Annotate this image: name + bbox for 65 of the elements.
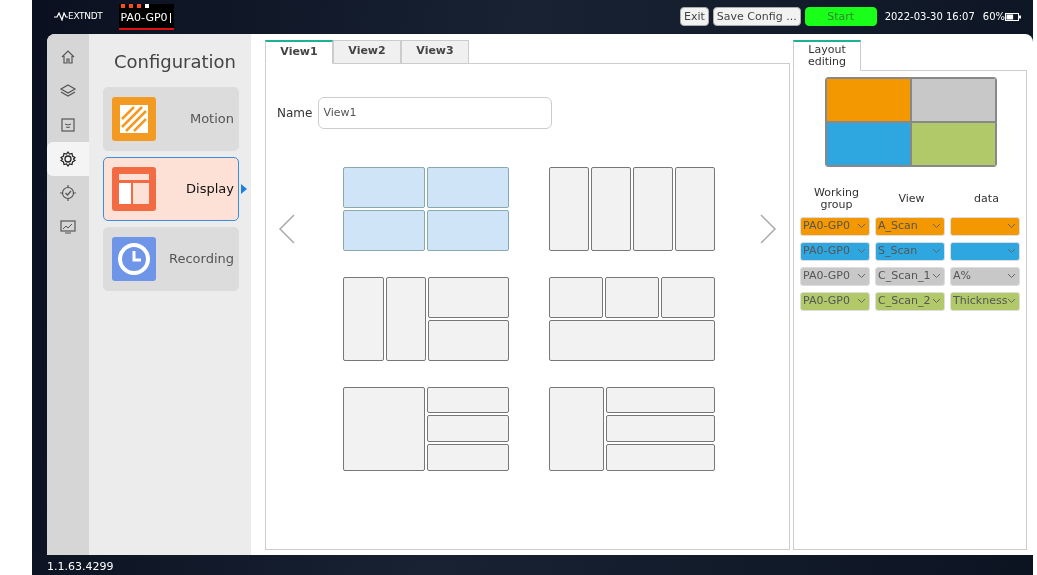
text-cursor-icon [169, 12, 172, 23]
version-text: 1.1.63.4299 [46, 558, 115, 575]
start-button[interactable]: Start [804, 7, 877, 27]
chevron-down-icon [857, 223, 866, 230]
previous-arrow-icon[interactable] [278, 213, 296, 244]
view-tab[interactable]: View2 [333, 39, 401, 64]
dropdown[interactable]: A% [950, 266, 1020, 286]
probe-icon [59, 115, 77, 134]
chevron-down-icon [932, 298, 941, 305]
chevron-down-icon [857, 273, 866, 280]
target-icon [59, 183, 77, 202]
layout-editing-tab[interactable]: Layout editing [793, 39, 861, 71]
name-label: Name [277, 104, 313, 122]
menu-card[interactable]: Recording [103, 226, 239, 291]
chevron-down-icon [857, 248, 866, 255]
nav-item[interactable] [47, 141, 89, 176]
chevron-down-icon [932, 223, 941, 230]
panel-title: Configuration [112, 49, 238, 74]
chevron-down-icon [857, 298, 866, 305]
dropdown[interactable]: PA0-GP0 [800, 216, 870, 236]
layout-option[interactable] [549, 276, 715, 361]
column-header: Working group [813, 186, 860, 211]
chevron-down-icon [932, 273, 941, 280]
dropdown[interactable] [950, 241, 1020, 261]
dropdown[interactable]: C_Scan_2 [875, 291, 945, 311]
chevron-down-icon [1007, 298, 1016, 305]
logo-text: EXTNDT [68, 10, 103, 24]
dropdown[interactable] [950, 216, 1020, 236]
dropdown[interactable]: Thickness [950, 291, 1020, 311]
layout-icon [112, 166, 156, 211]
dropdown[interactable]: A_Scan [875, 216, 945, 236]
toolbar-button[interactable]: Save Config ... [712, 7, 801, 27]
name-field[interactable]: View1 [318, 96, 553, 129]
menu-label: Display [186, 179, 234, 198]
chevron-down-icon [932, 248, 941, 255]
logo-icon [54, 12, 68, 22]
view-tab[interactable]: View1 [265, 39, 333, 64]
group-tab[interactable]: PA0-GP0 [118, 3, 174, 31]
dropdown[interactable]: PA0-GP0 [800, 266, 870, 286]
hatched-square-icon [112, 96, 156, 141]
caret-icon [241, 183, 247, 194]
layout-option[interactable] [549, 386, 715, 471]
view-tab[interactable]: View3 [401, 39, 469, 64]
datetime-text: 2022-03-30 16:07 [884, 10, 975, 25]
column-header: data [973, 192, 1000, 205]
clock-icon [112, 236, 156, 281]
menu-card[interactable]: Motion [103, 86, 239, 151]
menu-label: Recording [168, 249, 234, 268]
dropdown[interactable]: PA0-GP0 [800, 291, 870, 311]
chevron-down-icon [1007, 223, 1016, 230]
battery-text: 60% [982, 10, 1005, 25]
layout-option[interactable] [343, 276, 509, 361]
layout-option[interactable] [343, 386, 509, 471]
battery-icon [1005, 12, 1021, 21]
next-arrow-icon[interactable] [759, 213, 777, 244]
chevron-down-icon [1007, 248, 1016, 255]
toolbar-button[interactable]: Exit [680, 7, 709, 27]
dropdown[interactable]: C_Scan_1 [875, 266, 945, 286]
settings-icon [59, 149, 77, 168]
monitor-icon [59, 217, 77, 236]
chevron-down-icon [1007, 273, 1016, 280]
layout-option[interactable] [549, 166, 715, 251]
column-header: View [897, 192, 926, 205]
menu-label: Motion [189, 109, 234, 128]
layout-option[interactable] [343, 166, 509, 251]
